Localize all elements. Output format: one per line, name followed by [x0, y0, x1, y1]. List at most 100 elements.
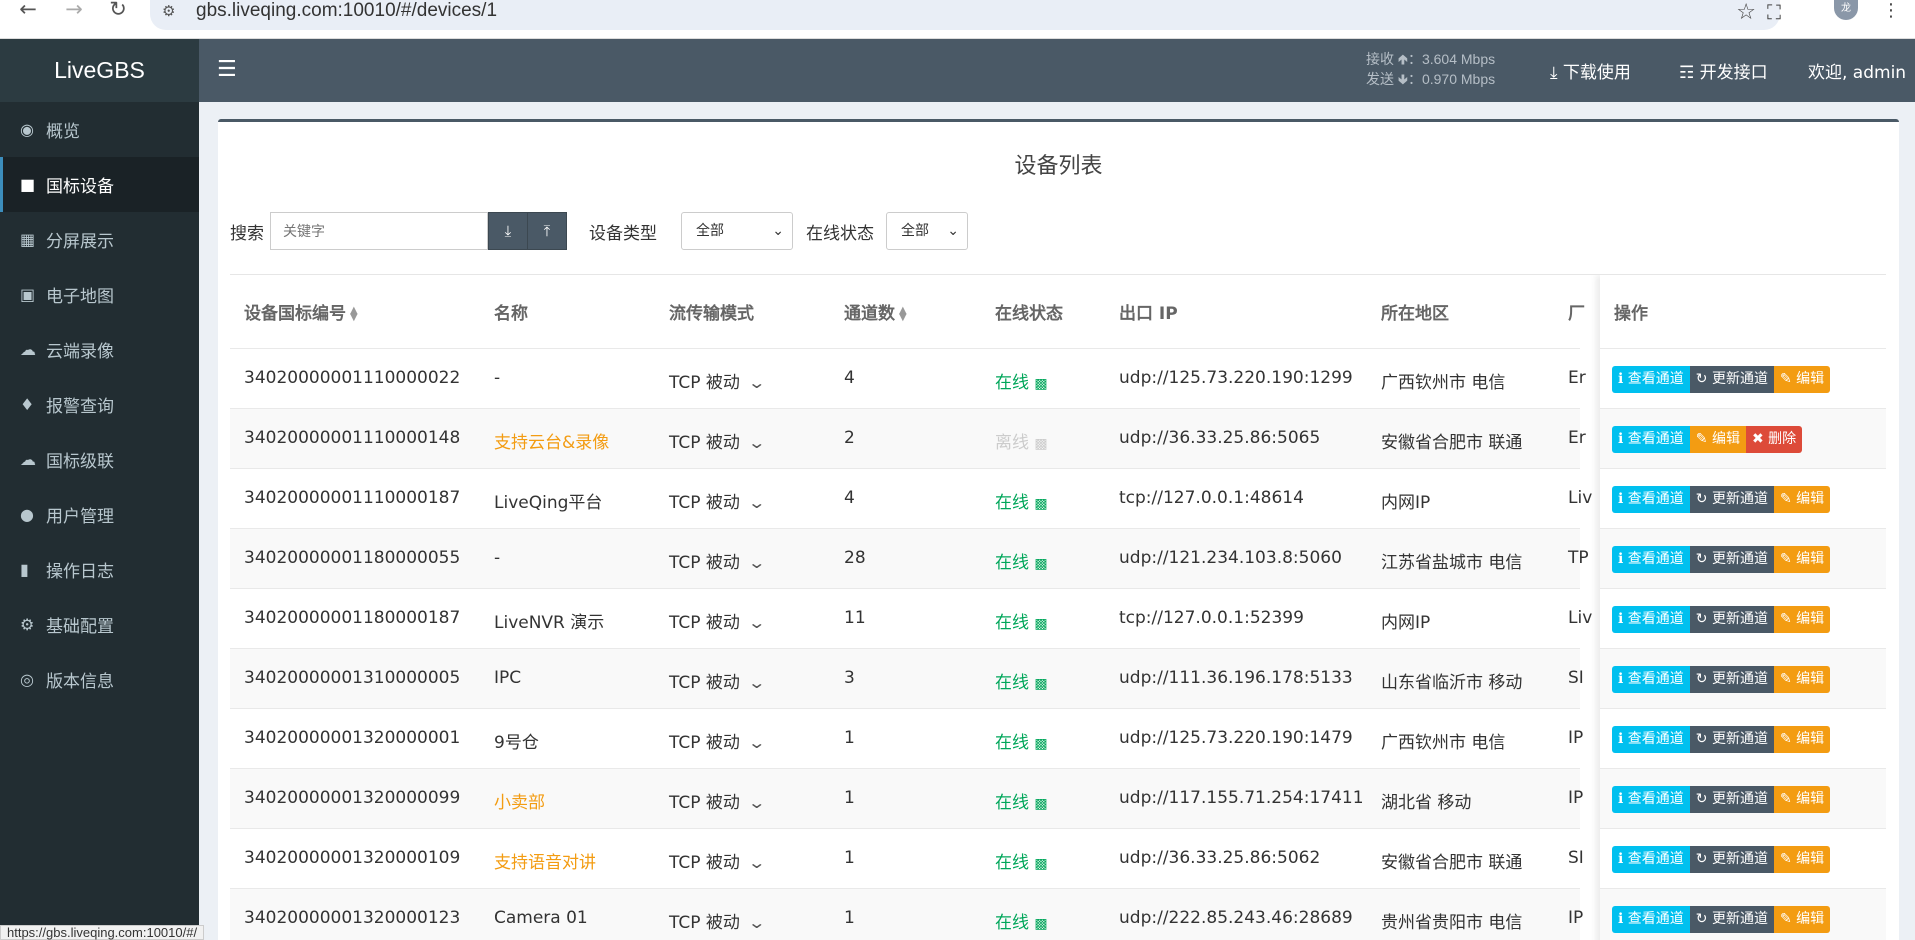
- transport-mode-value: TCP 被动: [669, 493, 740, 513]
- refresh-channels-button[interactable]: ↻ 更新通道: [1689, 846, 1774, 873]
- edit-button[interactable]: ✎ 编辑: [1773, 726, 1831, 753]
- col-channels[interactable]: 通道数 ▲ ▼: [844, 299, 907, 324]
- edit-button[interactable]: ✎ 编辑: [1773, 366, 1831, 393]
- cell-online-status: 在线 ▩: [995, 788, 1048, 813]
- refresh-channels-button[interactable]: ↻ 更新通道: [1689, 486, 1774, 513]
- online-status-label: 在线状态: [806, 224, 874, 244]
- view-channels-button[interactable]: ℹ 查看通道: [1612, 366, 1690, 393]
- sidebar-item-version[interactable]: ◎ 版本信息: [0, 652, 199, 707]
- refresh-channels-button[interactable]: ↻ 更新通道: [1689, 906, 1774, 933]
- recv-label: 接收: [1366, 51, 1394, 67]
- cell-channels: 28: [844, 548, 866, 568]
- cell-name[interactable]: 小卖部: [494, 788, 545, 813]
- cell-transport-mode[interactable]: TCP 被动 ⌄: [669, 428, 766, 453]
- page-title: 设备列表: [1014, 154, 1103, 179]
- delete-button[interactable]: ✖ 删除: [1745, 426, 1803, 453]
- device-type-label: 设备类型: [589, 224, 657, 244]
- browser-menu-icon[interactable]: ⋮: [1882, 0, 1900, 21]
- cell-transport-mode[interactable]: TCP 被动 ⌄: [669, 488, 766, 513]
- view-channels-button[interactable]: ℹ 查看通道: [1612, 846, 1690, 873]
- bookmark-star-icon[interactable]: ☆: [1736, 0, 1756, 25]
- sidebar-item-map[interactable]: ▣ 电子地图: [0, 267, 199, 322]
- cell-name[interactable]: 支持语音对讲: [494, 848, 596, 873]
- edit-button[interactable]: ✎ 编辑: [1773, 786, 1831, 813]
- user-menu[interactable]: 欢迎, admin: [1808, 58, 1906, 83]
- refresh-channels-button[interactable]: ↻ 更新通道: [1689, 366, 1774, 393]
- download-label: 下载使用: [1562, 63, 1631, 83]
- sort-icon[interactable]: ▲ ▼: [350, 306, 358, 323]
- edit-button[interactable]: ✎ 编辑: [1773, 666, 1831, 693]
- chevron-down-icon: ⌄: [772, 223, 784, 239]
- cell-transport-mode[interactable]: TCP 被动 ⌄: [669, 548, 766, 573]
- view-channels-button[interactable]: ℹ 查看通道: [1612, 426, 1690, 453]
- cell-transport-mode[interactable]: TCP 被动 ⌄: [669, 368, 767, 393]
- site-settings-icon[interactable]: ⚙: [162, 2, 175, 20]
- address-bar[interactable]: ⚙ gbs.liveqing.com:10010/#/devices/1 ☆: [150, 0, 1780, 30]
- refresh-icon: ↻: [1695, 731, 1708, 747]
- api-docs-link[interactable]: ☶ 开发接口: [1679, 58, 1768, 83]
- sidebar-item-cloud-record[interactable]: ☁ 云端录像: [0, 322, 199, 377]
- cell-online-status: 在线 ▩: [995, 548, 1048, 573]
- cell-transport-mode[interactable]: TCP 被动 ⌄: [669, 848, 766, 873]
- export-button[interactable]: ⤒: [527, 212, 567, 250]
- extensions-icon[interactable]: ⛶: [1767, 0, 1781, 24]
- cell-transport-mode[interactable]: TCP 被动 ⌄: [669, 668, 766, 693]
- table-row: 34020000001310000005 IPC TCP 被动 ⌄ 3 在线 ▩ udp:/…: [230, 648, 1584, 708]
- sidebar-item-overview[interactable]: ◉ 概览: [0, 102, 199, 157]
- cell-transport-mode[interactable]: TCP 被动 ⌄: [669, 728, 766, 753]
- profile-avatar[interactable]: 龙: [1834, 0, 1858, 20]
- col-device-id[interactable]: 设备国标编号 ▲ ▼: [244, 299, 358, 324]
- view-channels-button[interactable]: ℹ 查看通道: [1612, 726, 1690, 753]
- back-arrow-icon[interactable]: ←: [14, 0, 42, 22]
- forward-arrow-icon[interactable]: →: [60, 0, 88, 22]
- view-channels-button[interactable]: ℹ 查看通道: [1612, 786, 1690, 813]
- button-label: 查看通道: [1627, 911, 1684, 927]
- sidebar-item-logs[interactable]: ▮ 操作日志: [0, 542, 199, 597]
- cell-exit-ip: udp://36.33.25.86:5062: [1119, 848, 1321, 868]
- edit-button[interactable]: ✎ 编辑: [1773, 906, 1831, 933]
- view-channels-button[interactable]: ℹ 查看通道: [1612, 906, 1690, 933]
- edit-button[interactable]: ✎ 编辑: [1773, 846, 1831, 873]
- refresh-channels-button[interactable]: ↻ 更新通道: [1689, 666, 1774, 693]
- edit-button[interactable]: ✎ 编辑: [1689, 426, 1746, 453]
- cell-name[interactable]: 支持云台&录像: [494, 428, 609, 453]
- menu-toggle-icon[interactable]: ☰: [217, 57, 237, 82]
- import-button[interactable]: ⤓: [488, 212, 528, 250]
- view-channels-button[interactable]: ℹ 查看通道: [1612, 606, 1690, 633]
- refresh-channels-button[interactable]: ↻ 更新通道: [1689, 606, 1774, 633]
- action-row: ℹ 查看通道 ↻ 更新通道 ✎ 编辑: [1600, 768, 1886, 828]
- url-text[interactable]: gbs.liveqing.com:10010/#/devices/1: [196, 0, 497, 22]
- edit-button[interactable]: ✎ 编辑: [1773, 606, 1831, 633]
- search-input[interactable]: [270, 212, 488, 250]
- cell-channels: 4: [844, 368, 855, 388]
- chevron-down-icon: ⌄: [747, 373, 767, 392]
- browser-toolbar: ← → ↻ ⚙ gbs.liveqing.com:10010/#/devices…: [0, 0, 1915, 39]
- refresh-channels-button[interactable]: ↻ 更新通道: [1689, 726, 1774, 753]
- edit-button[interactable]: ✎ 编辑: [1773, 546, 1831, 573]
- button-label: 查看通道: [1627, 791, 1684, 807]
- sidebar-item-split-screen[interactable]: ▦ 分屏展示: [0, 212, 199, 267]
- sort-icon[interactable]: ▲ ▼: [899, 306, 907, 323]
- cell-channels: 1: [844, 908, 855, 928]
- refresh-channels-button[interactable]: ↻ 更新通道: [1689, 786, 1774, 813]
- brand-logo[interactable]: LiveGBS: [0, 39, 199, 102]
- cell-transport-mode[interactable]: TCP 被动 ⌄: [669, 608, 766, 633]
- download-link[interactable]: ⤓ 下载使用: [1550, 58, 1631, 83]
- sidebar-item-cascade[interactable]: ☁ 国标级联: [0, 432, 199, 487]
- cell-transport-mode[interactable]: TCP 被动 ⌄: [669, 788, 766, 813]
- sidebar-item-users[interactable]: ● 用户管理: [0, 487, 199, 542]
- online-status-select[interactable]: 全部 ⌄: [886, 212, 968, 250]
- reload-icon[interactable]: ↻: [104, 0, 132, 22]
- refresh-channels-button[interactable]: ↻ 更新通道: [1689, 546, 1774, 573]
- button-label: 查看通道: [1627, 551, 1684, 567]
- refresh-icon: ↻: [1695, 611, 1708, 627]
- cell-transport-mode[interactable]: TCP 被动 ⌄: [669, 908, 766, 933]
- view-channels-button[interactable]: ℹ 查看通道: [1612, 546, 1690, 573]
- edit-button[interactable]: ✎ 编辑: [1773, 486, 1831, 513]
- sidebar-item-config[interactable]: ⚙ 基础配置: [0, 597, 199, 652]
- view-channels-button[interactable]: ℹ 查看通道: [1612, 486, 1690, 513]
- sidebar-item-alarm[interactable]: ♦ 报警查询: [0, 377, 199, 432]
- device-type-select[interactable]: 全部 ⌄: [681, 212, 793, 250]
- view-channels-button[interactable]: ℹ 查看通道: [1612, 666, 1690, 693]
- sidebar-item-gb-devices[interactable]: ■ 国标设备: [0, 157, 199, 212]
